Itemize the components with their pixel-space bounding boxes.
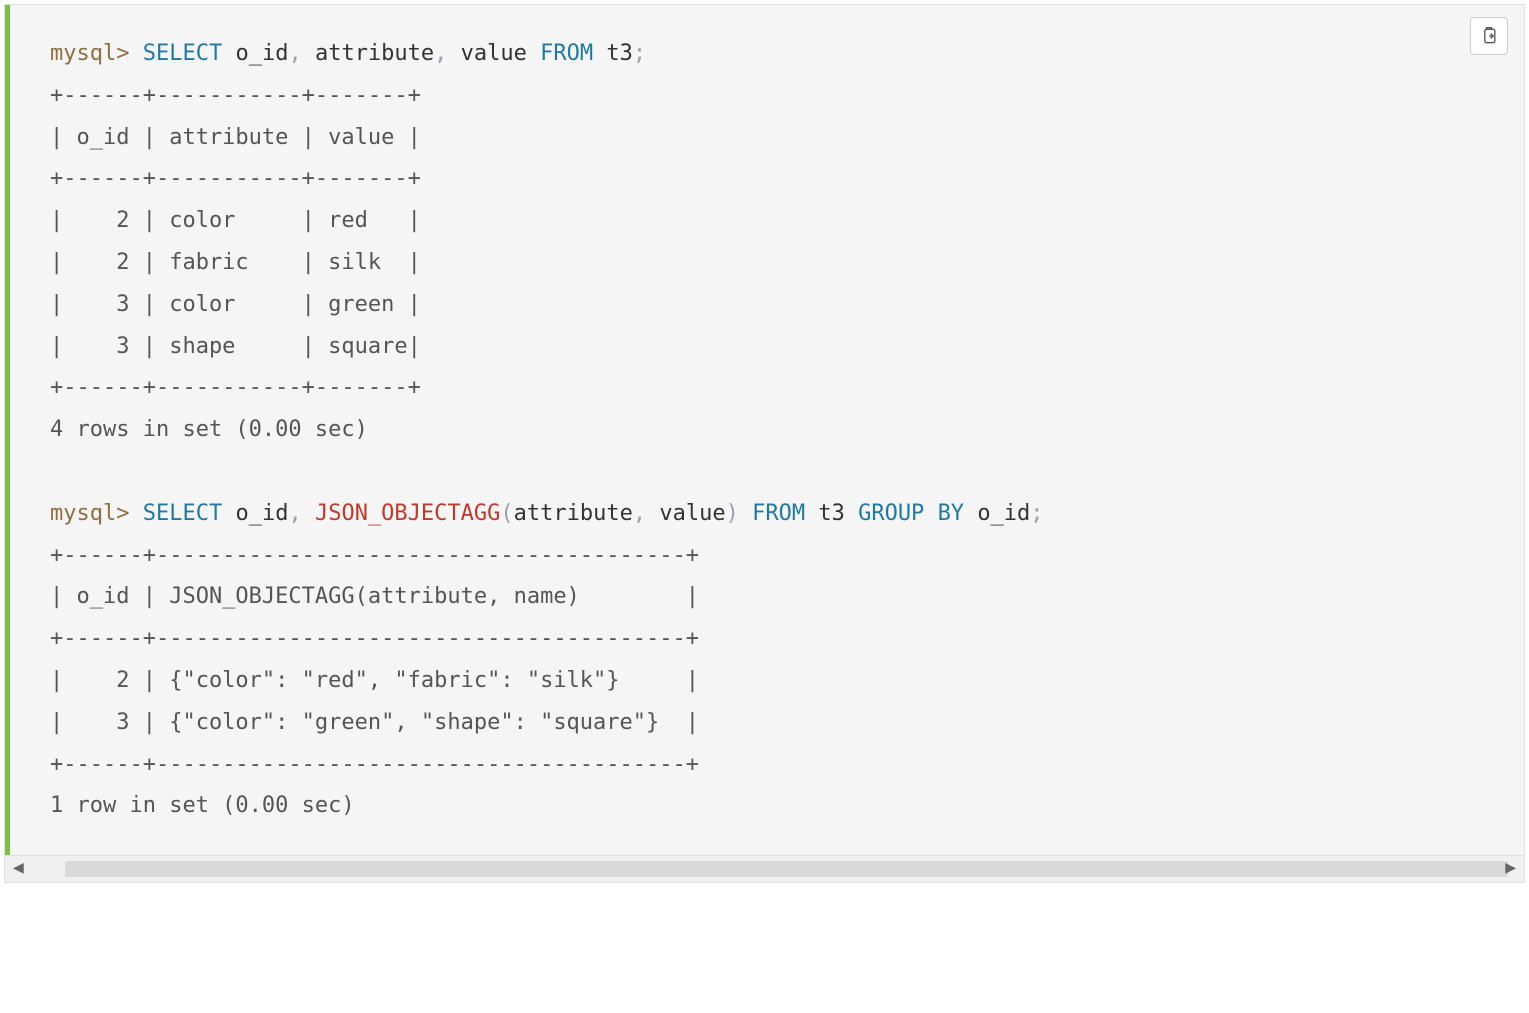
table-t3: t3 (818, 501, 845, 526)
table-sep: +------+-----------+-------+ (50, 83, 421, 108)
scrollbar-track (65, 861, 1508, 877)
code-scroll-area[interactable]: mysql> SELECT o_id, attribute, value FRO… (5, 5, 1524, 855)
table-sep: +------+--------------------------------… (50, 626, 699, 651)
arg-value: value (659, 501, 725, 526)
sql-output: mysql> SELECT o_id, attribute, value FRO… (10, 5, 1524, 855)
keyword-select: SELECT (143, 501, 222, 526)
table-row: | 2 | {"color": "red", "fabric": "silk"}… (50, 668, 699, 693)
table-row: | 2 | color | red | (50, 208, 421, 233)
keyword-from: FROM (540, 41, 593, 66)
scroll-left-icon: ◀ (13, 860, 24, 877)
table-row: | 3 | {"color": "green", "shape": "squar… (50, 710, 699, 735)
horizontal-scrollbar[interactable]: ◀ ▶ (5, 855, 1524, 882)
column-o_id: o_id (235, 41, 288, 66)
scroll-right-icon: ▶ (1505, 860, 1516, 877)
function-json-objectagg: JSON_OBJECTAGG (315, 501, 500, 526)
result-footer: 4 rows in set (0.00 sec) (50, 417, 368, 442)
table-header: | o_id | attribute | value | (50, 125, 421, 150)
table-t3: t3 (606, 41, 633, 66)
result-footer: 1 row in set (0.00 sec) (50, 793, 355, 818)
column-attribute: attribute (315, 41, 434, 66)
table-sep: +------+--------------------------------… (50, 752, 699, 777)
keyword-by: BY (938, 501, 965, 526)
mysql-prompt: mysql> (50, 501, 129, 526)
table-sep: +------+-----------+-------+ (50, 166, 421, 191)
arg-attribute: attribute (514, 501, 633, 526)
table-sep: +------+-----------+-------+ (50, 375, 421, 400)
table-row: | 2 | fabric | silk | (50, 250, 421, 275)
clipboard-icon (1479, 26, 1499, 46)
table-row: | 3 | color | green | (50, 292, 421, 317)
keyword-select: SELECT (143, 41, 222, 66)
copy-button[interactable] (1470, 17, 1508, 55)
table-header: | o_id | JSON_OBJECTAGG(attribute, name)… (50, 584, 699, 609)
code-block: mysql> SELECT o_id, attribute, value FRO… (4, 4, 1525, 883)
table-sep: +------+--------------------------------… (50, 543, 699, 568)
keyword-from: FROM (752, 501, 805, 526)
column-value: value (461, 41, 527, 66)
group-col: o_id (977, 501, 1030, 526)
keyword-group: GROUP (858, 501, 924, 526)
column-o_id: o_id (235, 501, 288, 526)
mysql-prompt: mysql> (50, 41, 129, 66)
table-row: | 3 | shape | square| (50, 334, 421, 359)
semicolon: ; (633, 41, 646, 66)
semicolon: ; (1030, 501, 1043, 526)
